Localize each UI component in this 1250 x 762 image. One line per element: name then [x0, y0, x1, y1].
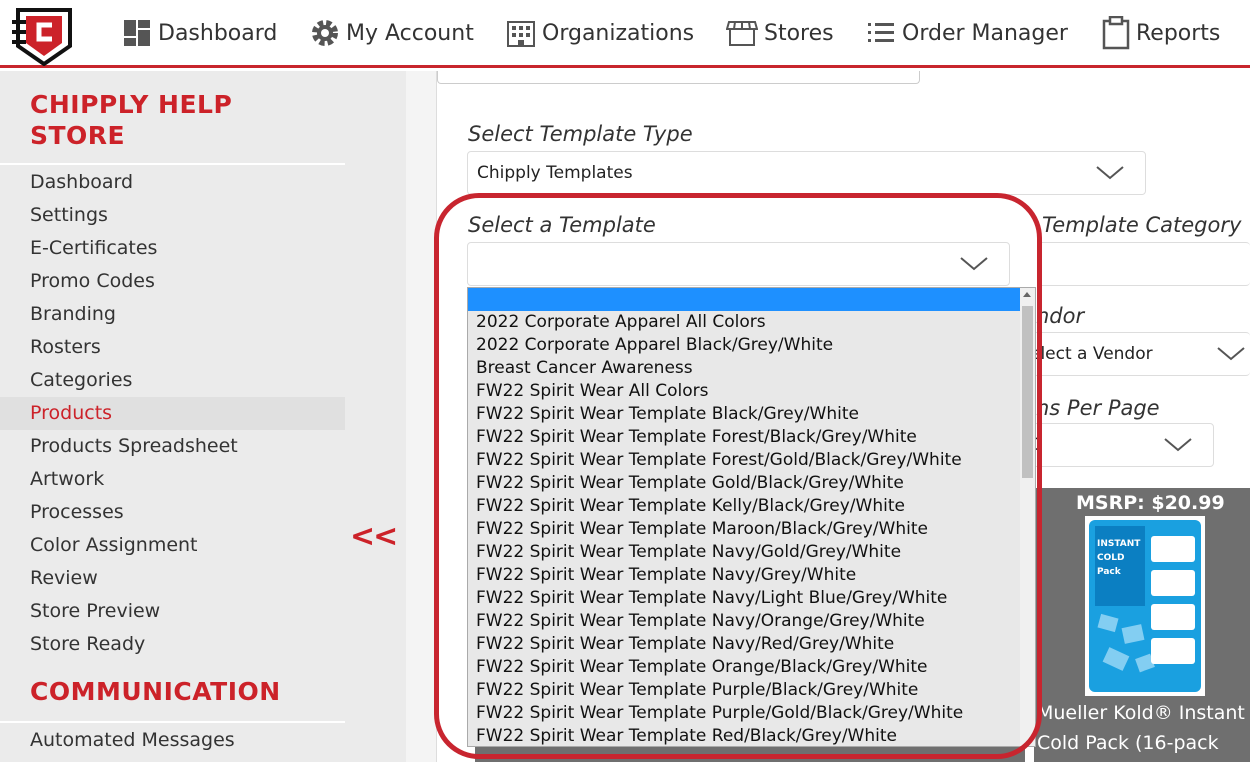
top-field-box: [437, 71, 920, 84]
sidebar-item-processes[interactable]: Processes: [0, 496, 345, 529]
dropdown-option[interactable]: FW22 Spirit Wear Template Orange/Black/G…: [468, 656, 1035, 679]
dropdown-option[interactable]: Breast Cancer Awareness: [468, 357, 1035, 380]
svg-text:COLD: COLD: [1097, 553, 1124, 563]
chevron-down-icon: [1164, 438, 1192, 452]
nav-order-manager[interactable]: Order Manager: [866, 14, 1068, 52]
sidebar-item-products-spreadsheet[interactable]: Products Spreadsheet: [0, 430, 345, 463]
dropdown-option[interactable]: [468, 288, 1035, 311]
template-dropdown-list[interactable]: 2022 Corporate Apparel All Colors 2022 Co…: [467, 287, 1036, 747]
section-title-communication: COMMUNICATION: [30, 677, 281, 706]
nav-label: Organizations: [542, 20, 695, 46]
collapse-sidebar-button[interactable]: <<: [350, 519, 398, 554]
dropdown-option[interactable]: FW22 Spirit Wear All Colors: [468, 380, 1035, 403]
dropdown-option[interactable]: FW22 Spirit Wear Template Navy/Grey/Whit…: [468, 564, 1035, 587]
dropdown-option[interactable]: 2022 Corporate Apparel All Colors: [468, 311, 1035, 334]
items-per-page-label: ns Per Page: [1036, 396, 1160, 420]
sidebar: CHIPPLY HELP STORE Dashboard Settings E-…: [0, 71, 406, 762]
chevron-down-icon: [960, 257, 988, 271]
dropdown-option[interactable]: FW22 Spirit Wear Template Navy/Light Blu…: [468, 587, 1035, 610]
template-select[interactable]: [467, 242, 1010, 286]
template-type-value: Chipply Templates: [477, 163, 633, 183]
dropdown-option[interactable]: FW22 Spirit Wear Template Maroon/Black/G…: [468, 518, 1035, 541]
sidebar-item-review[interactable]: Review: [0, 562, 345, 595]
product-card-background: [475, 745, 1025, 762]
dropdown-option[interactable]: FW22 Spirit Wear Template Forest/Gold/Bl…: [468, 449, 1035, 472]
template-category-select[interactable]: [1038, 242, 1250, 286]
dropdown-option[interactable]: 2022 Corporate Apparel Black/Grey/White: [468, 334, 1035, 357]
scrollbar-thumb[interactable]: [1022, 306, 1033, 478]
chevron-down-icon: [1096, 166, 1124, 180]
product-image[interactable]: INSTANT COLD Pack: [1085, 516, 1205, 696]
product-name-line1: Mueller Kold® Instant: [1037, 702, 1245, 724]
dropdown-option[interactable]: FW22 Spirit Wear Template Black/Grey/Whi…: [468, 403, 1035, 426]
product-image-text: INSTANT: [1097, 539, 1141, 549]
items-per-page-select[interactable]: 0: [1020, 423, 1214, 467]
template-category-label: Template Category: [1042, 213, 1242, 237]
dropdown-option[interactable]: FW22 Spirit Wear Template Red/Black/Grey…: [468, 725, 1035, 746]
sidebar-item-store-preview[interactable]: Store Preview: [0, 595, 345, 628]
dashboard-icon: [124, 20, 150, 46]
nav-my-account[interactable]: My Account: [310, 14, 474, 52]
nav-organizations[interactable]: Organizations: [506, 14, 694, 52]
nav-stores[interactable]: Stores: [726, 14, 834, 52]
building-icon: [507, 21, 535, 47]
chipply-logo[interactable]: [12, 6, 76, 66]
vendor-value: elect a Vendor: [1030, 344, 1153, 364]
gear-icon: [312, 20, 338, 46]
sidebar-item-categories[interactable]: Categories: [0, 364, 345, 397]
product-name[interactable]: Mueller Kold® Instant Cold Pack (16-pack: [1037, 698, 1245, 758]
chevron-down-icon: [1217, 347, 1245, 361]
sidebar-item-e-certificates[interactable]: E-Certificates: [0, 232, 345, 265]
template-type-select[interactable]: Chipply Templates: [467, 151, 1146, 195]
sidebar-item-store-ready[interactable]: Store Ready: [0, 628, 345, 661]
dropdown-option[interactable]: FW22 Spirit Wear Template Purple/Black/G…: [468, 679, 1035, 702]
store-icon: [726, 21, 758, 46]
vendor-select[interactable]: elect a Vendor: [1020, 332, 1250, 376]
dropdown-option[interactable]: FW22 Spirit Wear Template Kelly/Black/Gr…: [468, 495, 1035, 518]
sidebar-item-rosters[interactable]: Rosters: [0, 331, 345, 364]
sidebar-divider: [0, 163, 345, 165]
dropdown-scrollbar[interactable]: [1020, 288, 1035, 746]
template-label: Select a Template: [468, 213, 656, 237]
sidebar-item-products[interactable]: Products: [0, 397, 345, 430]
nav-label: Stores: [764, 20, 834, 46]
sidebar-item-branding[interactable]: Branding: [0, 298, 345, 331]
dropdown-option[interactable]: FW22 Spirit Wear Template Gold/Black/Gre…: [468, 472, 1035, 495]
product-name-line2: Cold Pack (16-pack: [1037, 732, 1219, 754]
dropdown-option[interactable]: FW22 Spirit Wear Template Purple/Gold/Bl…: [468, 702, 1035, 725]
template-type-label: Select Template Type: [468, 122, 693, 146]
product-card[interactable]: MSRP: $20.99 INSTANT COLD Pack Mueller K…: [1034, 488, 1250, 762]
sidebar-item-color-assignment[interactable]: Color Assignment: [0, 529, 345, 562]
dropdown-option[interactable]: FW22 Spirit Wear Template Navy/Red/Grey/…: [468, 633, 1035, 656]
sidebar-item-automated-messages[interactable]: Automated Messages: [0, 724, 345, 757]
clipboard-icon: [1102, 16, 1130, 50]
sidebar-divider: [0, 721, 345, 723]
nav-label: My Account: [346, 20, 474, 46]
store-title: CHIPPLY HELP STORE: [30, 90, 233, 150]
top-navigation: Dashboard My Account Organizations Store…: [0, 0, 1250, 68]
list-icon: [868, 23, 894, 42]
nav-dashboard[interactable]: Dashboard: [122, 14, 277, 52]
dropdown-option[interactable]: FW22 Spirit Wear Template Navy/Orange/Gr…: [468, 610, 1035, 633]
product-msrp: MSRP: $20.99: [1076, 492, 1225, 514]
nav-label: Dashboard: [158, 20, 278, 46]
sidebar-item-artwork[interactable]: Artwork: [0, 463, 345, 496]
sidebar-item-promo-codes[interactable]: Promo Codes: [0, 265, 345, 298]
sidebar-item-dashboard[interactable]: Dashboard: [0, 166, 345, 199]
sidebar-item-settings[interactable]: Settings: [0, 199, 345, 232]
svg-text:Pack: Pack: [1097, 567, 1122, 577]
dropdown-option[interactable]: FW22 Spirit Wear Template Navy/Gold/Grey…: [468, 541, 1035, 564]
vendor-label: ndor: [1036, 304, 1085, 328]
nav-label: Order Manager: [902, 20, 1068, 46]
nav-label: Reports: [1136, 20, 1221, 46]
nav-reports[interactable]: Reports: [1102, 14, 1220, 52]
dropdown-options: 2022 Corporate Apparel All Colors 2022 Co…: [468, 288, 1035, 746]
dropdown-option[interactable]: FW22 Spirit Wear Template Forest/Black/G…: [468, 426, 1035, 449]
scroll-up-arrow-icon[interactable]: [1023, 292, 1031, 297]
